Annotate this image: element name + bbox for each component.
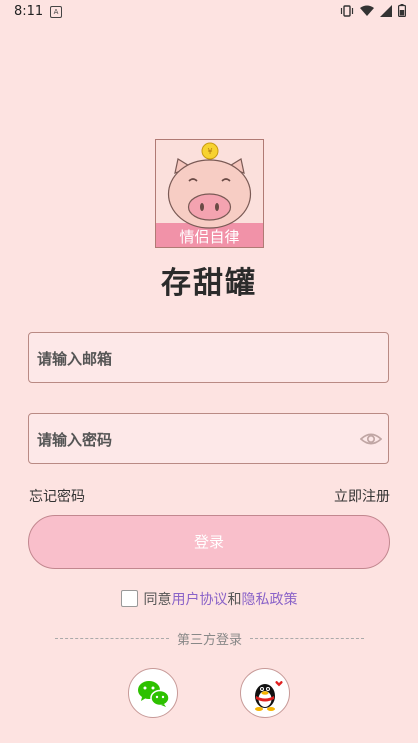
email-field[interactable]: [35, 333, 359, 384]
email-field-container: [28, 332, 389, 384]
status-bar: 8:11 A: [0, 0, 418, 24]
divider-line-right: [250, 638, 365, 639]
notification-icon: A: [50, 6, 62, 18]
wechat-login-button[interactable]: [128, 668, 178, 718]
status-time: 8:11: [14, 4, 44, 19]
divider-line-left: [55, 638, 169, 639]
vibrate-icon: [340, 4, 354, 17]
app-logo: ¥ 情侣自律: [155, 139, 264, 248]
forgot-password-link[interactable]: 忘记密码: [29, 486, 85, 506]
svg-text:¥: ¥: [207, 147, 212, 156]
logo-caption: 情侣自律: [179, 228, 239, 246]
agreement-row: 同意用户协议和隐私政策: [0, 589, 418, 609]
wechat-icon: [138, 681, 170, 707]
agreement-and: 和: [227, 592, 242, 608]
password-field-container: [28, 413, 389, 465]
status-icons: [340, 4, 406, 17]
agreement-checkbox[interactable]: [120, 590, 138, 607]
privacy-policy-link[interactable]: 隐私政策: [242, 592, 298, 608]
wifi-icon: [360, 5, 374, 16]
qq-icon: [255, 681, 283, 711]
third-party-label: 第三方登录: [177, 633, 243, 648]
battery-icon: [398, 4, 406, 17]
eye-icon[interactable]: [360, 428, 382, 450]
signal-icon: [380, 4, 392, 17]
user-agreement-link[interactable]: 用户协议: [172, 592, 228, 608]
qq-login-button[interactable]: [240, 668, 290, 718]
register-link[interactable]: 立即注册: [334, 486, 390, 506]
app-title: 存甜罐: [161, 266, 257, 301]
agreement-prefix: 同意: [143, 592, 172, 608]
third-party-divider: 第三方登录: [55, 629, 365, 648]
password-field[interactable]: [35, 414, 359, 465]
login-button[interactable]: 登录: [28, 515, 390, 569]
